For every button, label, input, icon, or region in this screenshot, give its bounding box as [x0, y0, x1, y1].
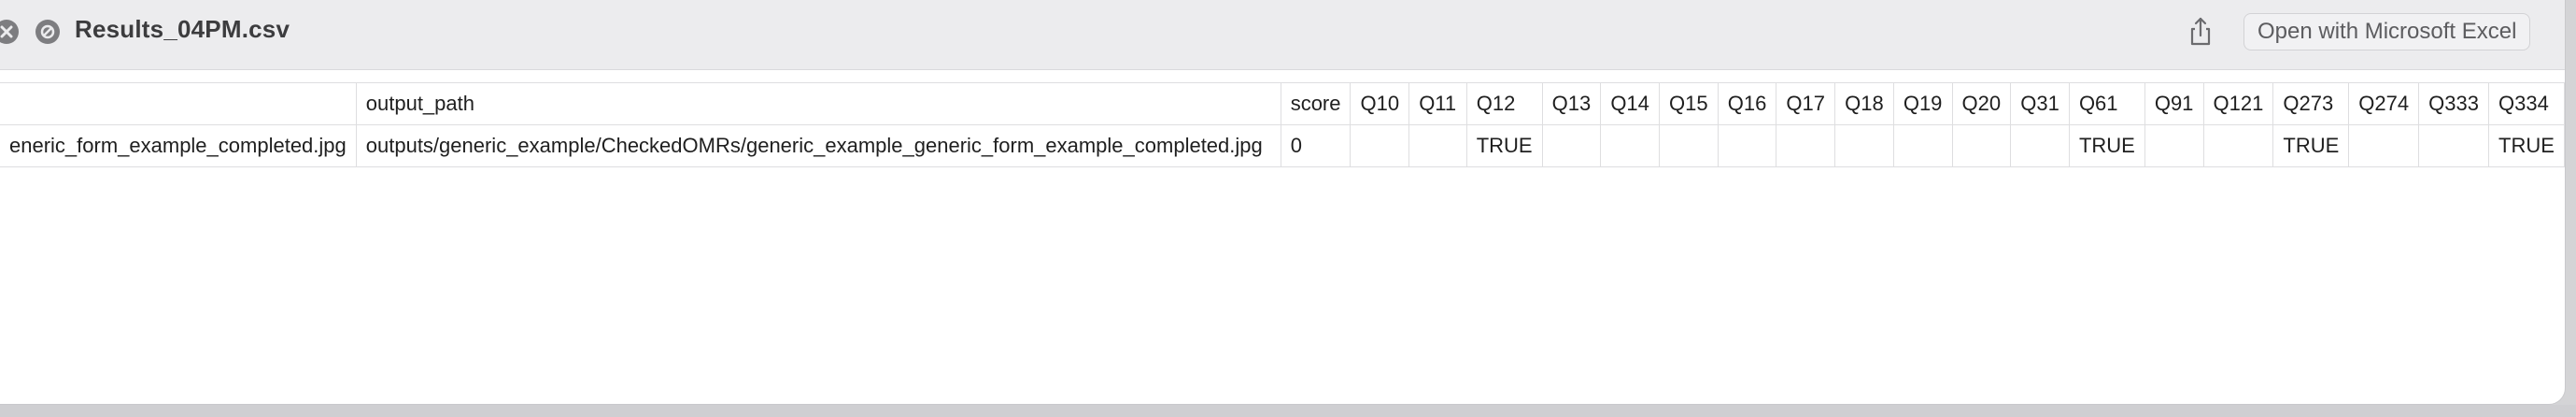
header-cell: Q20 [1951, 82, 2012, 125]
cell-text: Q91 [2154, 92, 2194, 115]
header-cell: output_path [355, 82, 1281, 125]
header-cell: Q121 [2202, 82, 2274, 125]
cell-text: outputs/generic_example/CheckedOMRs/gene… [365, 134, 1263, 157]
cell-text: Q12 [1476, 92, 1516, 115]
close-icon[interactable] [0, 20, 19, 44]
table-cell [1892, 124, 1953, 167]
quicklook-window: Results_04PM.csv Open with Microsoft Exc… [0, 0, 2566, 405]
header-cell: Q16 [1717, 82, 1777, 125]
header-cell: Q334 [2488, 82, 2565, 125]
cell-text: TRUE [1476, 134, 1533, 157]
window-title: Results_04PM.csv [75, 15, 290, 43]
header-cell: Q15 [1659, 82, 1719, 125]
cell-text: Q31 [2020, 92, 2059, 115]
table-cell [1659, 124, 1719, 167]
table-cell: 0 [1280, 124, 1352, 167]
header-cell: Q61 [2068, 82, 2145, 125]
cell-text: Q17 [1786, 92, 1826, 115]
table-cell [2348, 124, 2420, 167]
table-cell [1776, 124, 1836, 167]
header-cell: Q333 [2418, 82, 2489, 125]
header-cell: Q274 [2348, 82, 2420, 125]
table-cell [1408, 124, 1467, 167]
cell-text: TRUE [2498, 134, 2555, 157]
header-cell: Q18 [1834, 82, 1894, 125]
title-bar: Results_04PM.csv Open with Microsoft Exc… [0, 0, 2565, 70]
cell-text: Q273 [2283, 92, 2334, 115]
header-cell: Q12 [1465, 82, 1543, 125]
table-cell [1951, 124, 2012, 167]
table-cell [1541, 124, 1602, 167]
stop-icon[interactable] [35, 20, 60, 44]
table-cell [2202, 124, 2274, 167]
table-cell [2144, 124, 2204, 167]
table-cell [1834, 124, 1894, 167]
cell-text: Q18 [1845, 92, 1884, 115]
background-strip [0, 405, 2576, 417]
cell-text: Q11 [1419, 92, 1457, 115]
csv-preview: output_path score Q10 Q11 Q12 Q13 Q14 Q15 Q16 Q17… [0, 82, 2565, 167]
table-cell [2010, 124, 2070, 167]
header-cell: Q91 [2144, 82, 2204, 125]
cell-text: Q61 [2078, 92, 2118, 115]
share-icon[interactable] [2182, 13, 2219, 50]
header-cell [0, 82, 357, 125]
csv-table: output_path score Q10 Q11 Q12 Q13 Q14 Q15 Q16 Q17… [0, 82, 2565, 167]
table-cell [1350, 124, 1410, 167]
table-row: eneric_form_example_completed.jpg outputs… [0, 124, 2565, 167]
cell-text: Q20 [1961, 92, 2002, 115]
cell-text: Q121 [2213, 92, 2264, 115]
header-cell: Q17 [1776, 82, 1836, 125]
cell-text: 0 [1290, 134, 1302, 157]
cell-text: Q13 [1551, 92, 1592, 115]
header-cell: Q19 [1892, 82, 1953, 125]
header-cell: Q13 [1541, 82, 1602, 125]
header-cell: Q31 [2010, 82, 2070, 125]
header-cell: score [1280, 82, 1352, 125]
table-cell: TRUE [2272, 124, 2350, 167]
cell-text: score [1290, 92, 1341, 115]
cell-text: Q19 [1903, 92, 1943, 115]
cell-text: Q16 [1727, 92, 1767, 115]
cell-text: TRUE [2078, 134, 2135, 157]
cell-text: Q334 [2498, 92, 2549, 115]
table-cell: TRUE [2488, 124, 2565, 167]
table-cell: TRUE [1465, 124, 1543, 167]
table-cell [1600, 124, 1661, 167]
table-cell: eneric_form_example_completed.jpg [0, 124, 357, 167]
cell-text: Q333 [2428, 92, 2479, 115]
open-with-excel-button[interactable]: Open with Microsoft Excel [2243, 13, 2531, 50]
table-cell: outputs/generic_example/CheckedOMRs/gene… [355, 124, 1281, 167]
header-cell: Q14 [1600, 82, 1661, 125]
header-cell: Q10 [1350, 82, 1410, 125]
table-cell [1717, 124, 1777, 167]
cell-text: Q15 [1669, 92, 1708, 115]
cell-text: Q14 [1610, 92, 1649, 115]
header-cell: Q11 [1408, 82, 1467, 125]
cell-text: eneric_form_example_completed.jpg [9, 134, 347, 157]
cell-text: TRUE [2283, 134, 2340, 157]
table-cell [2418, 124, 2489, 167]
header-row: output_path score Q10 Q11 Q12 Q13 Q14 Q15 Q16 Q17… [0, 82, 2565, 125]
table-cell: TRUE [2068, 124, 2145, 167]
cell-text: output_path [365, 92, 474, 115]
cell-text: Q274 [2358, 92, 2410, 115]
header-cell: Q273 [2272, 82, 2350, 125]
cell-text: Q10 [1360, 92, 1400, 115]
